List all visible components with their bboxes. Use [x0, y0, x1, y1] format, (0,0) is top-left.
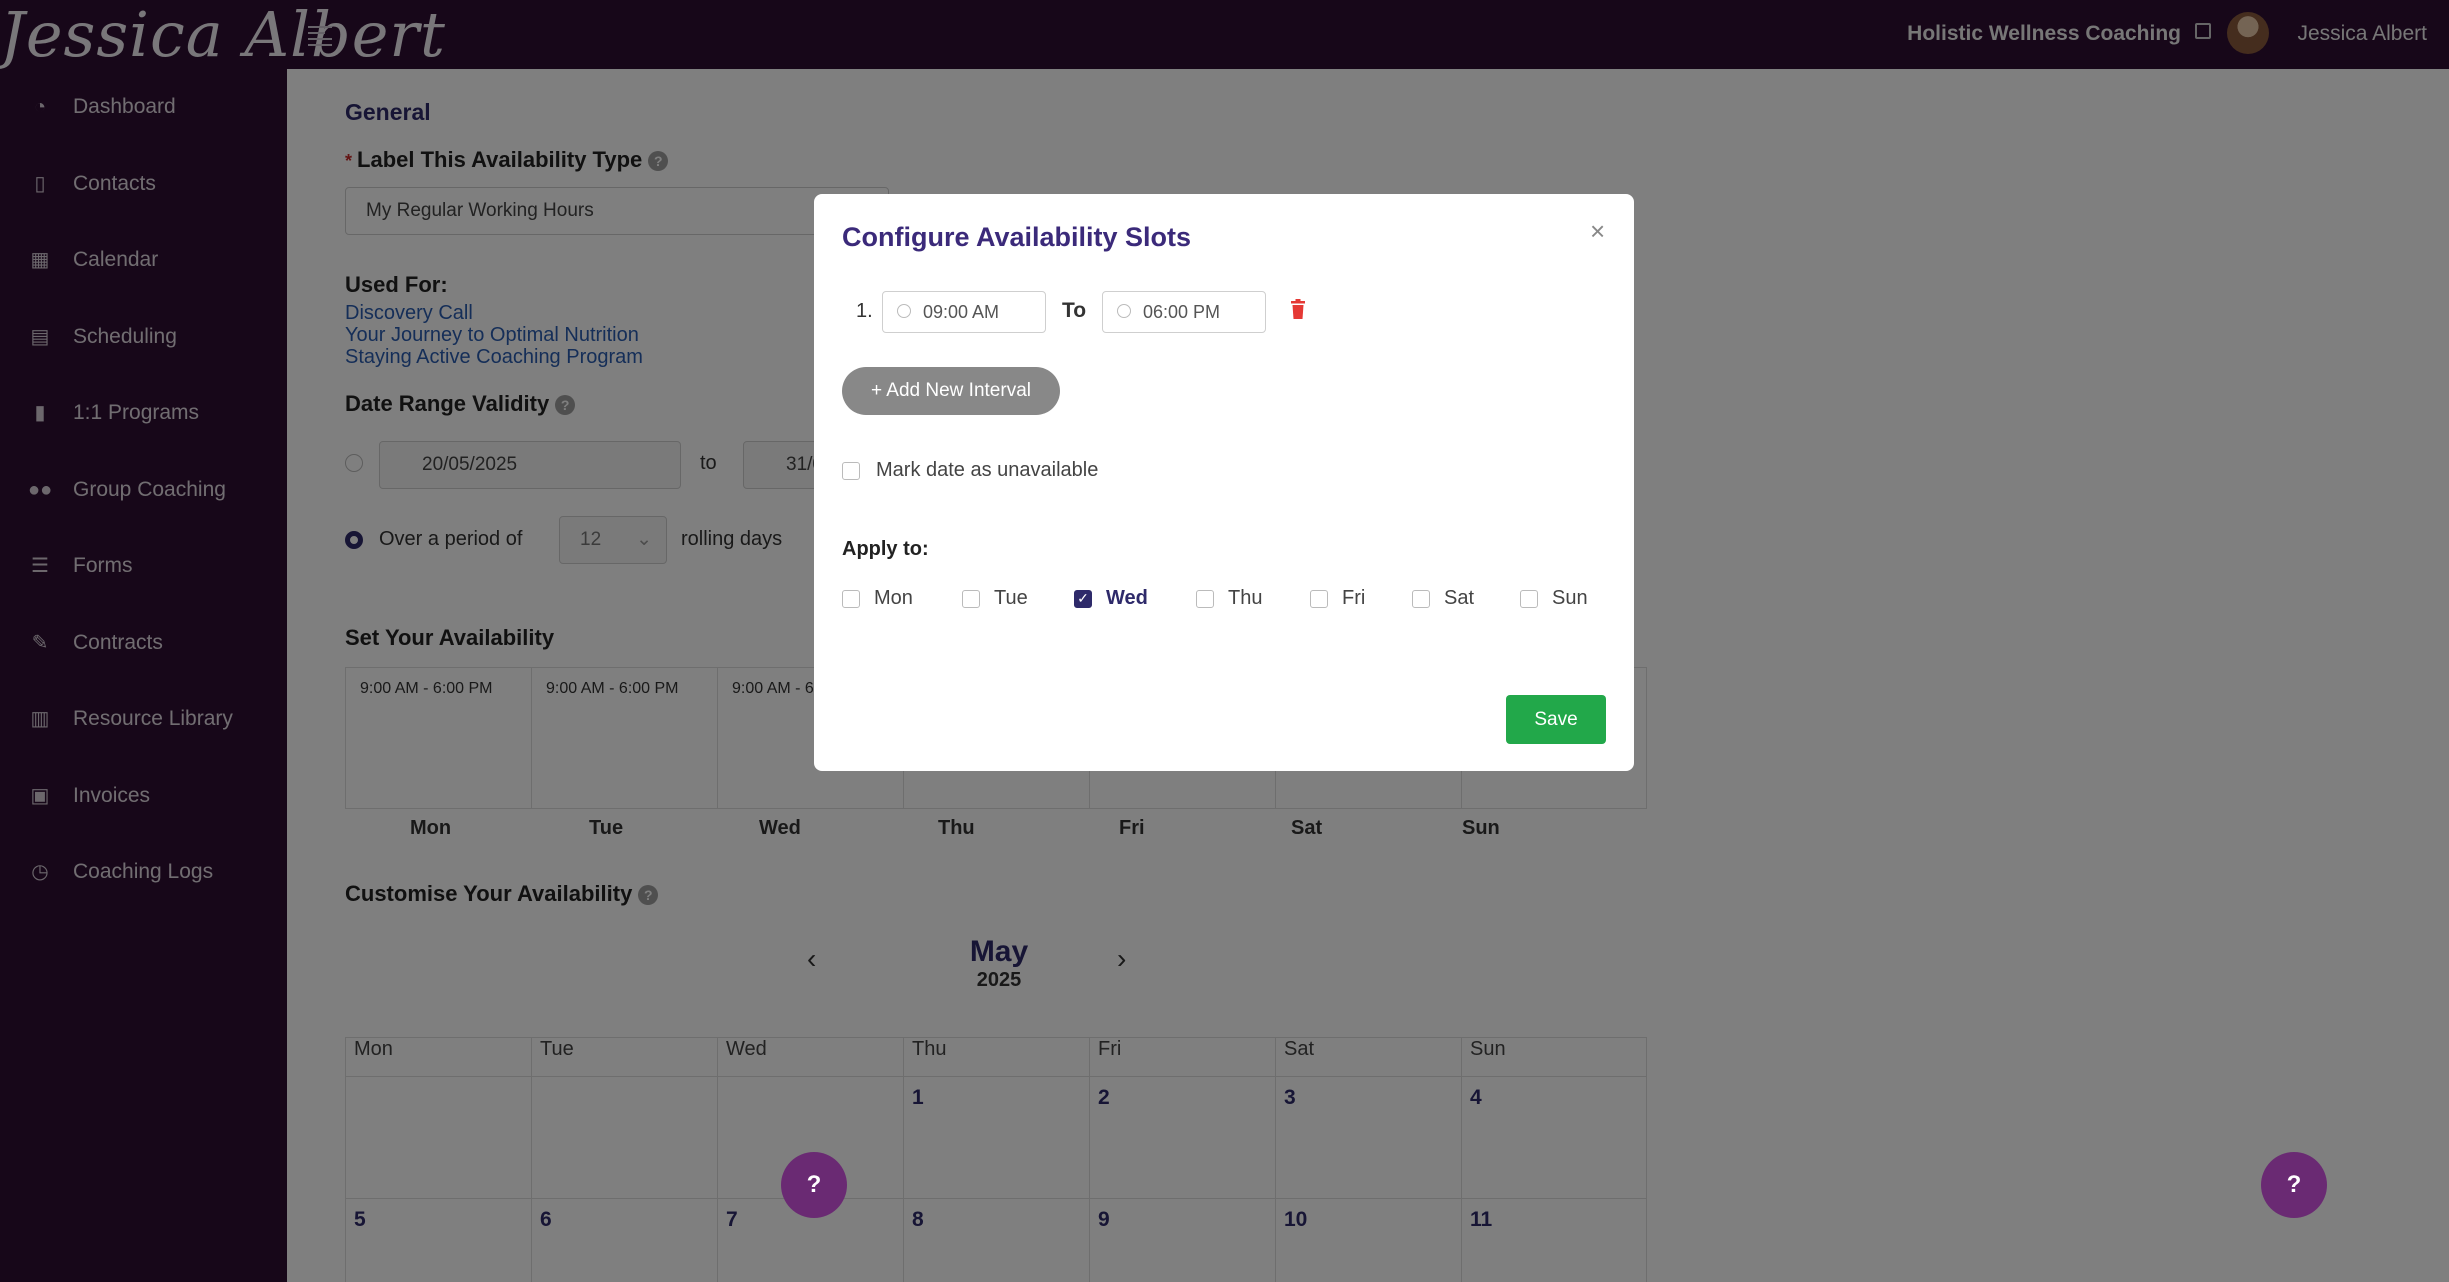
save-button[interactable]: Save	[1506, 695, 1606, 744]
help-button[interactable]: ?	[2261, 1152, 2327, 1218]
interval-index: 1.	[856, 300, 873, 322]
day-checkbox-sat[interactable]	[1412, 590, 1430, 608]
configure-slots-modal: Configure Availability Slots × 1. 09:00 …	[814, 194, 1634, 771]
close-icon[interactable]: ×	[1590, 216, 1605, 247]
day-checkbox-label: Fri	[1342, 587, 1366, 609]
modal-title: Configure Availability Slots	[842, 222, 1192, 252]
day-checkbox-fri[interactable]	[1310, 590, 1328, 608]
day-checkbox-sun[interactable]	[1520, 590, 1538, 608]
unavailable-checkbox[interactable]	[842, 462, 860, 480]
day-checkbox-label: Mon	[874, 587, 913, 609]
clock-icon	[897, 304, 911, 318]
day-checkbox-label: Tue	[994, 587, 1028, 609]
clock-icon	[1117, 304, 1131, 318]
day-checkbox-label: Wed	[1106, 587, 1148, 609]
unavailable-label: Mark date as unavailable	[876, 459, 1099, 481]
trash-icon[interactable]	[1290, 299, 1306, 319]
day-checkbox-label: Sat	[1444, 587, 1475, 609]
to-label: To	[1062, 299, 1087, 322]
apply-to-heading: Apply to:	[842, 538, 929, 560]
day-checkbox-label: Sun	[1552, 587, 1588, 609]
day-checkbox-mon[interactable]	[842, 590, 860, 608]
start-time-input[interactable]: 09:00 AM	[882, 291, 1046, 333]
add-interval-button[interactable]: + Add New Interval	[842, 367, 1060, 415]
help-button[interactable]: ?	[781, 1152, 847, 1218]
end-time-input[interactable]: 06:00 PM	[1102, 291, 1266, 333]
day-checkbox-wed[interactable]: ✓	[1074, 590, 1092, 608]
day-checkbox-tue[interactable]	[962, 590, 980, 608]
day-checkbox-label: Thu	[1228, 587, 1263, 609]
day-checkbox-thu[interactable]	[1196, 590, 1214, 608]
